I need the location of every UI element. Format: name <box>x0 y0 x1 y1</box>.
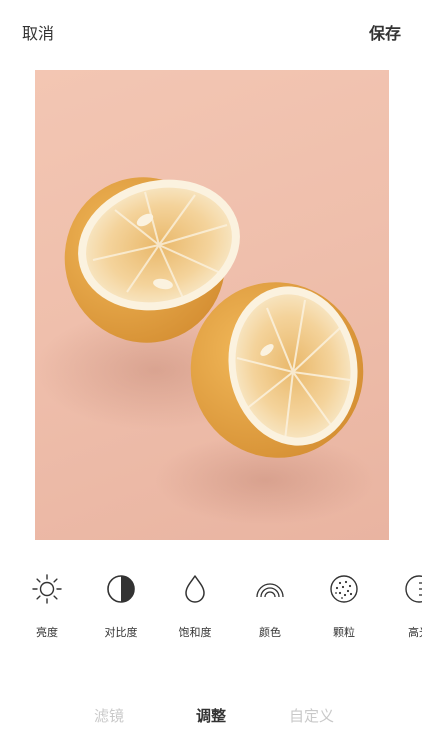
tool-brightness[interactable]: 亮度 <box>15 565 79 645</box>
saturation-drop-icon <box>185 575 205 603</box>
brightness-sun-icon <box>32 574 62 604</box>
tool-highlight[interactable]: 高光 <box>387 565 422 645</box>
tool-color[interactable]: 颜色 <box>238 565 302 645</box>
lemon-photo <box>35 177 375 525</box>
tool-saturation[interactable]: 饱和度 <box>163 565 227 645</box>
tool-label: 对比度 <box>104 626 138 639</box>
tab-adjust[interactable]: 调整 <box>196 705 226 726</box>
photo-preview <box>35 70 389 540</box>
highlight-icon <box>405 575 422 603</box>
contrast-half-circle-icon <box>107 575 135 603</box>
tab-filter[interactable]: 滤镜 <box>94 705 124 726</box>
tool-label: 颜色 <box>259 626 281 639</box>
tab-custom[interactable]: 自定义 <box>289 705 334 726</box>
cancel-button[interactable]: 取消 <box>22 20 54 44</box>
color-rainbow-icon <box>256 583 284 598</box>
tool-label: 颗粒 <box>333 626 355 639</box>
tool-contrast[interactable]: 对比度 <box>89 565 153 645</box>
tool-label: 高光 <box>408 626 422 639</box>
grain-dots-icon <box>330 575 358 603</box>
adjustment-tools: 亮度 对比度 饱和度 颜色 颗粒 高 <box>0 565 422 645</box>
tool-label: 亮度 <box>36 626 58 639</box>
tool-label: 饱和度 <box>178 626 212 639</box>
top-bar: 取消 保存 <box>0 0 422 62</box>
save-button[interactable]: 保存 <box>369 20 401 44</box>
tool-grain[interactable]: 颗粒 <box>312 565 376 645</box>
bottom-tab-bar: 滤镜 调整 自定义 <box>0 700 422 734</box>
